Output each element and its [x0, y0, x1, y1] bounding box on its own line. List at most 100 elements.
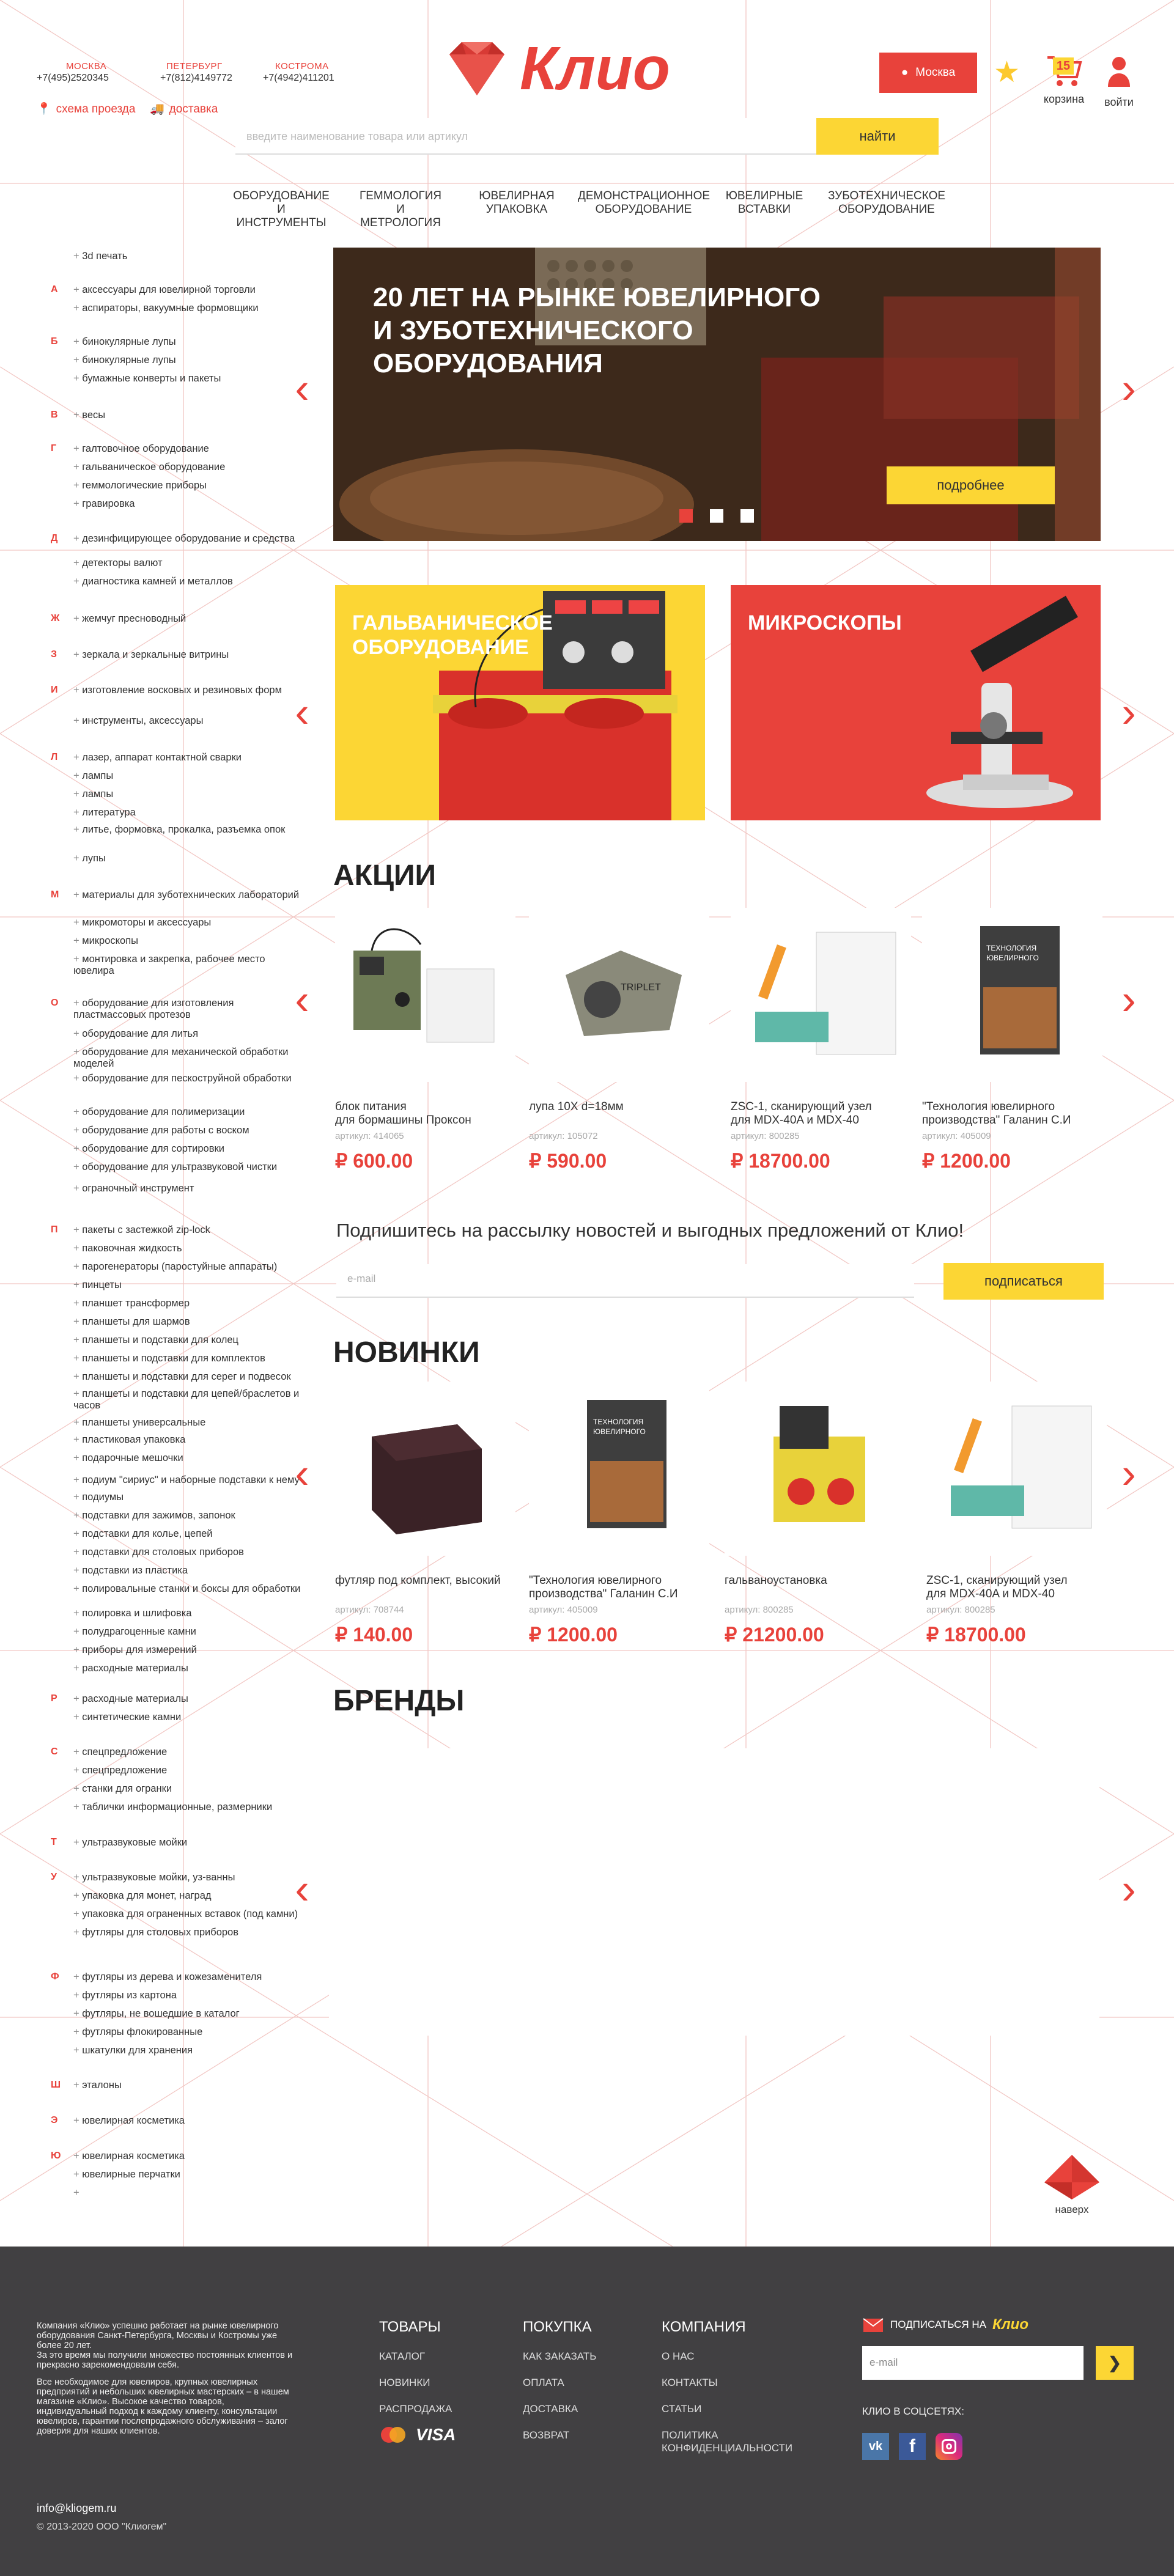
sidebar-item[interactable]: монтировка и закрепка, рабочее место юве… — [73, 954, 301, 977]
sidebar-item[interactable]: пакеты с застежкой zip-lock — [73, 1224, 301, 1236]
slider-dot[interactable] — [710, 509, 723, 523]
sidebar-item[interactable]: спецпредложение — [73, 1746, 301, 1758]
sidebar-item[interactable]: расходные материалы — [73, 1693, 301, 1705]
brands-next-arrow[interactable]: › — [1117, 1865, 1141, 1913]
product-image[interactable]: TRIPLET — [529, 908, 709, 1082]
sidebar-item[interactable]: оборудование для сортировки — [73, 1143, 301, 1155]
search-button[interactable]: найти — [816, 118, 939, 155]
news-prev-arrow[interactable]: ‹ — [290, 1449, 314, 1497]
product-name[interactable]: гальваноустановка — [725, 1574, 827, 1588]
footer-link[interactable]: ОПЛАТА — [523, 2377, 564, 2389]
sidebar-item[interactable]: планшеты и подставки для колец — [73, 1334, 301, 1346]
back-to-top-button[interactable]: наверх — [1038, 2152, 1106, 2216]
sidebar-item[interactable]: аксессуары для ювелирной торговли — [73, 284, 301, 296]
site-logo[interactable]: Клио — [440, 38, 746, 99]
sidebar-item[interactable]: упаковка для ограненных вставок (под кам… — [73, 1908, 301, 1920]
product-name[interactable]: "Технология ювелирного — [922, 1100, 1055, 1114]
sidebar-item[interactable]: футляры, не вошедшие в каталог — [73, 2008, 301, 2020]
product-name[interactable]: для MDX-40A и MDX-40 — [731, 1114, 859, 1127]
scheme-link[interactable]: 📍 схема проезда — [37, 101, 135, 116]
promo-next-arrow[interactable]: › — [1117, 688, 1141, 736]
sidebar-item[interactable]: геммологические приборы — [73, 480, 301, 491]
product-name[interactable]: блок питания — [335, 1100, 407, 1114]
sidebar-item[interactable]: футляры для столовых приборов — [73, 1927, 301, 1938]
promo-galvanic[interactable]: ГАЛЬВАНИЧЕСКОЕ ОБОРУДОВАНИЕ — [335, 585, 705, 820]
sidebar-item[interactable]: планшеты для шармов — [73, 1316, 301, 1328]
product-name[interactable]: производства" Галанин С.И — [922, 1114, 1071, 1127]
sidebar-item[interactable]: микроскопы — [73, 935, 301, 947]
sidebar-item[interactable]: ограночный инструмент — [73, 1183, 301, 1194]
sidebar-item[interactable]: гальваническое оборудование — [73, 462, 301, 473]
footer-link[interactable]: КАТАЛОГ — [379, 2350, 425, 2363]
product-name[interactable]: футляр под комплект, высокий — [335, 1574, 501, 1588]
sidebar-item[interactable]: подставки для колье, цепей — [73, 1528, 301, 1540]
banner-prev-arrow[interactable]: ‹ — [290, 364, 314, 412]
sidebar-item[interactable]: оборудование для пескоструйной обработки — [73, 1073, 301, 1084]
sidebar-item[interactable]: пинцеты — [73, 1279, 301, 1291]
product-name[interactable]: ZSC-1, сканирующий узел — [926, 1574, 1068, 1588]
phone-link[interactable]: +7(495)2520345 — [37, 73, 109, 84]
footer-link[interactable]: КАК ЗАКАЗАТЬ — [523, 2350, 596, 2363]
search-input[interactable]: введите наименование товара или артикул — [235, 118, 819, 155]
delivery-link[interactable]: 🚚 доставка — [150, 101, 218, 116]
subscribe-button[interactable]: подписаться — [943, 1263, 1104, 1300]
product-image[interactable] — [926, 1382, 1107, 1556]
footer-email-input[interactable]: e-mail — [862, 2346, 1084, 2380]
sidebar-item[interactable]: расходные материалы — [73, 1663, 301, 1674]
sidebar-item[interactable]: ювелирная косметика — [73, 2151, 301, 2162]
sidebar-item[interactable]: изготовление восковых и резиновых форм — [73, 685, 301, 696]
sidebar-item[interactable]: детекторы валют — [73, 558, 301, 569]
sidebar-item[interactable]: оборудование для литья — [73, 1028, 301, 1040]
subscribe-email-input[interactable]: e-mail — [336, 1264, 914, 1298]
product-name[interactable]: ZSC-1, сканирующий узел — [731, 1100, 872, 1114]
sidebar-item[interactable]: жемчуг пресноводный — [73, 613, 301, 625]
product-name[interactable]: для MDX-40A и MDX-40 — [926, 1588, 1055, 1601]
city-select-button[interactable]: ● Москва — [879, 53, 977, 93]
vk-icon[interactable]: vk — [862, 2433, 889, 2460]
sidebar-item[interactable]: ультразвуковые мойки, уз-ванны — [73, 1872, 301, 1883]
sidebar-item[interactable]: приборы для измерений — [73, 1644, 301, 1656]
slider-dot[interactable] — [740, 509, 754, 523]
sidebar-item[interactable]: таблички информационные, размерники — [73, 1801, 301, 1813]
sidebar-item[interactable]: футляры из дерева и кожезаменителя — [73, 1971, 301, 1983]
sidebar-item[interactable]: ювелирные перчатки — [73, 2169, 301, 2180]
sidebar-item[interactable]: планшеты и подставки для цепей/браслетов… — [73, 1388, 301, 1411]
sidebar-item[interactable]: упаковка для монет, наград — [73, 1890, 301, 1902]
sidebar-item[interactable]: подставки для столовых приборов — [73, 1547, 301, 1558]
sidebar-item[interactable]: литература — [73, 807, 301, 819]
sidebar-item[interactable]: инструменты, аксессуары — [73, 715, 301, 727]
sidebar-item[interactable]: подставки для зажимов, запонок — [73, 1510, 301, 1522]
product-image[interactable] — [725, 1382, 905, 1556]
sidebar-item[interactable]: планшеты и подставки для комплектов — [73, 1353, 301, 1364]
sidebar-item[interactable]: эталоны — [73, 2080, 301, 2091]
sales-prev-arrow[interactable]: ‹ — [290, 976, 314, 1023]
nav-item-inserts[interactable]: ЮВЕЛИРНЫЕ ВСТАВКИ — [725, 190, 804, 216]
sidebar-item[interactable]: шкатулки для хранения — [73, 2045, 301, 2056]
footer-link[interactable]: ДОСТАВКА — [523, 2403, 578, 2415]
footer-link[interactable]: ВОЗВРАТ — [523, 2429, 569, 2442]
sidebar-item[interactable]: полировка и шлифовка — [73, 1608, 301, 1619]
nav-item-gemology[interactable]: ГЕММОЛОГИЯ И МЕТРОЛОГИЯ — [355, 190, 446, 230]
product-image[interactable] — [731, 908, 911, 1082]
sidebar-item[interactable]: материалы для зуботехнических лаборатори… — [73, 889, 301, 901]
sidebar-item[interactable]: гравировка — [73, 498, 301, 510]
sidebar-item[interactable]: парогенераторы (паростуйные аппараты) — [73, 1261, 301, 1273]
banner-more-button[interactable]: подробнее — [887, 466, 1055, 504]
footer-email-link[interactable]: info@kliogem.ru — [37, 2502, 116, 2515]
nav-item-dental[interactable]: ЗУБОТЕХНИЧЕСКОЕ ОБОРУДОВАНИЕ — [825, 190, 948, 216]
sidebar-item[interactable]: полировальные станки и боксы для обработ… — [73, 1583, 301, 1595]
facebook-icon[interactable]: f — [899, 2433, 926, 2460]
sidebar-item[interactable] — [73, 2187, 301, 2199]
sidebar-item[interactable]: паковочная жидкость — [73, 1243, 301, 1254]
sidebar-item[interactable]: подставки из пластика — [73, 1565, 301, 1577]
sidebar-item[interactable]: бумажные конверты и пакеты — [73, 373, 301, 385]
product-name[interactable]: "Технология ювелирного — [529, 1574, 662, 1588]
sidebar-item[interactable]: оборудование для полимеризации — [73, 1106, 301, 1118]
footer-subscribe-button[interactable]: ❯ — [1096, 2346, 1134, 2380]
sidebar-item[interactable]: лампы — [73, 789, 301, 800]
sidebar-item[interactable]: планшеты универсальные — [73, 1417, 301, 1429]
footer-link[interactable]: КОНТАКТЫ — [662, 2377, 718, 2389]
sidebar-item[interactable]: оборудование для изготовления пластмассо… — [73, 998, 301, 1021]
footer-link[interactable]: КОНФИДЕНЦИАЛЬНОСТИ — [662, 2442, 792, 2454]
sidebar-item[interactable]: литье, формовка, прокалка, разъемка опок — [73, 824, 301, 836]
